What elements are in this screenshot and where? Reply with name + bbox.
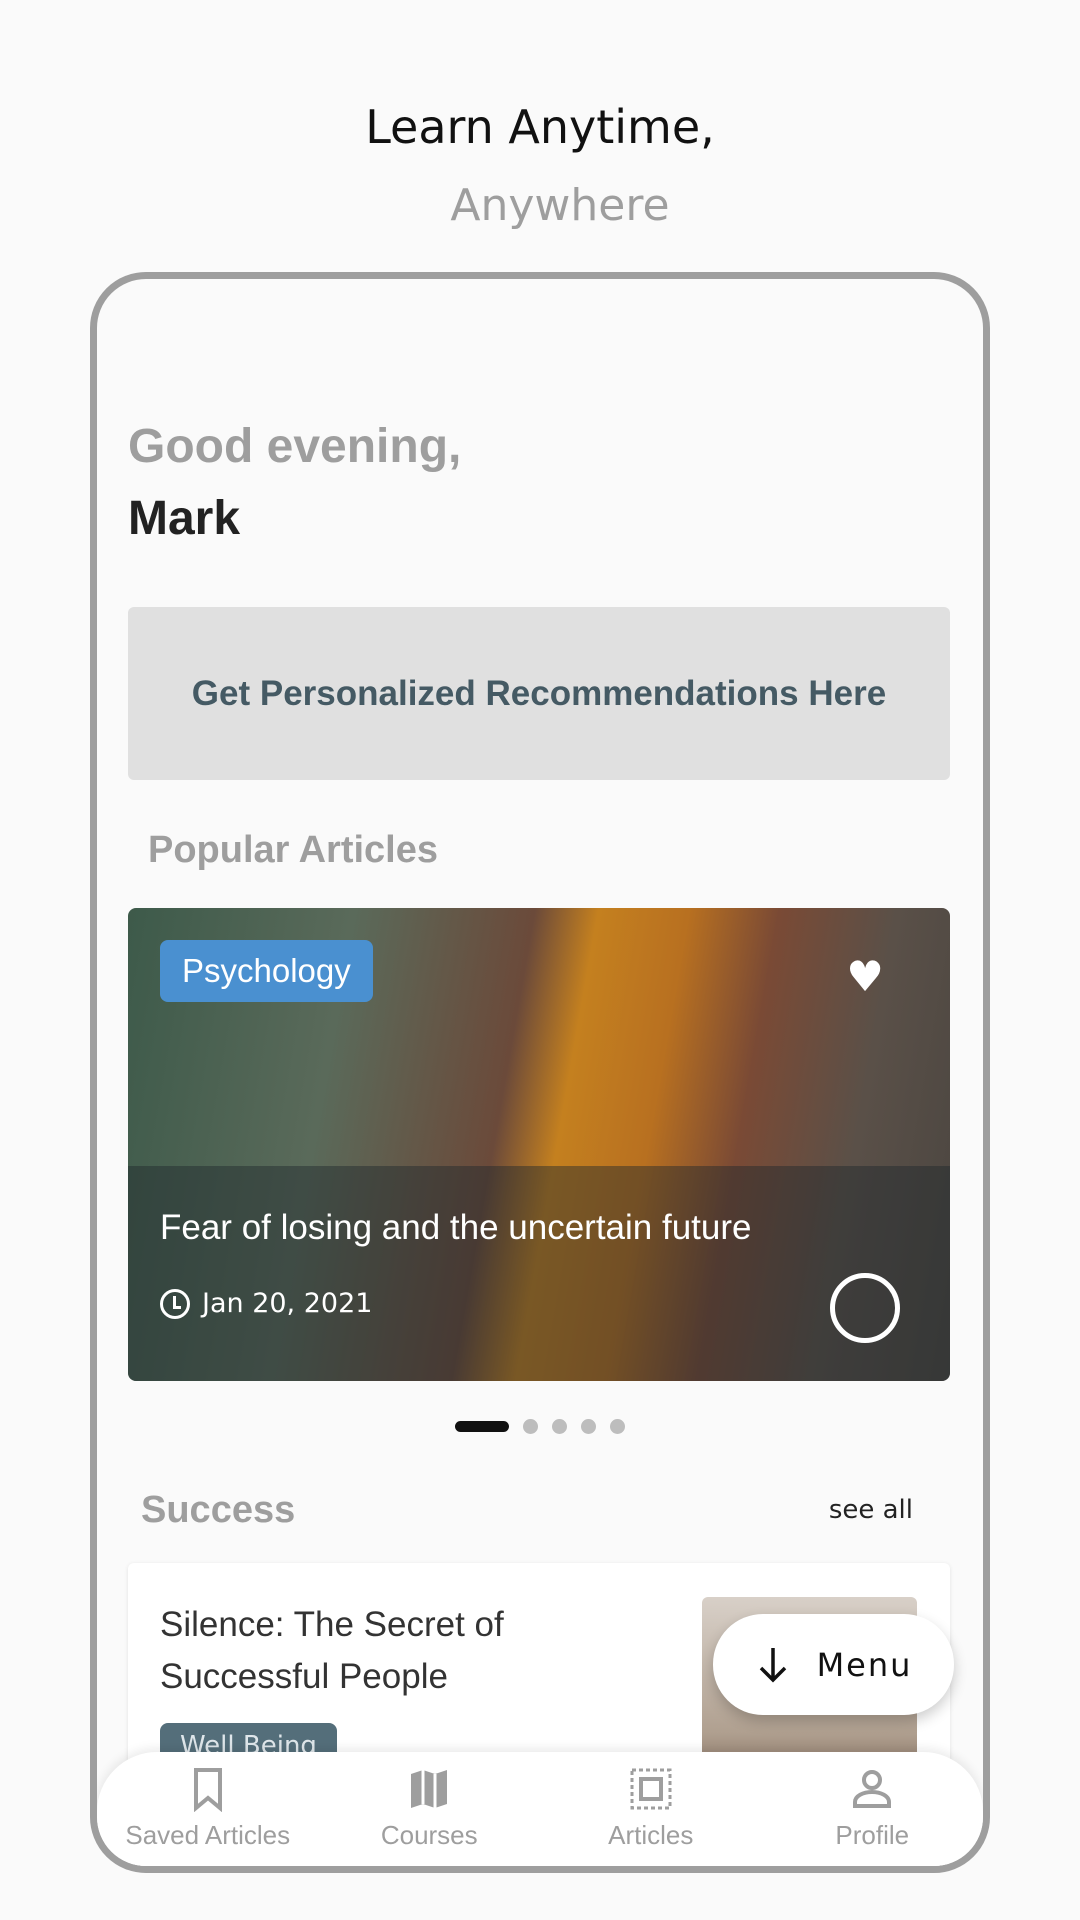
recommendations-banner[interactable]: Get Personalized Recommendations Here [128,607,950,780]
carousel-pagination [97,1419,983,1434]
nav-saved-articles[interactable]: Saved Articles [97,1752,319,1866]
page-dot[interactable] [523,1419,538,1434]
person-icon [853,1770,892,1808]
article-frame-icon [630,1768,672,1810]
menu-label: Menu [816,1645,913,1684]
popular-articles-title: Popular Articles [148,829,439,871]
bookmark-icon [193,1768,222,1812]
arrow-down-icon [759,1647,786,1682]
date-text: Jan 20, 2021 [202,1288,373,1319]
nav-label: Courses [380,1820,478,1850]
headline: Learn Anytime, [365,100,715,154]
bottom-navigation: Saved Articles Courses Articles Profile [97,1752,984,1866]
card-overlay [128,1166,950,1381]
page-dot-active[interactable] [455,1421,509,1432]
see-all-link[interactable]: see all [829,1495,913,1525]
heart-icon[interactable]: ♥ [846,952,884,1001]
clock-icon [160,1288,190,1319]
featured-article-card[interactable]: Psychology ♥ Fear of losing and the unce… [128,908,950,1381]
nav-profile[interactable]: Profile [762,1752,984,1866]
success-section-title: Success [141,1489,296,1531]
page-dot[interactable] [610,1419,625,1434]
menu-button[interactable]: Menu [713,1614,954,1715]
nav-courses[interactable]: Courses [319,1752,541,1866]
nav-articles[interactable]: Articles [540,1752,762,1866]
user-name: Mark [128,492,241,545]
phone-frame: Good evening, Mark Get Personalized Reco… [90,272,990,1873]
article-date: Jan 20, 2021 [160,1288,372,1319]
map-icon [411,1770,448,1808]
greeting: Good evening, [128,420,462,473]
circle-button[interactable] [830,1273,900,1343]
page-dot[interactable] [581,1419,596,1434]
subheadline: Anywhere [450,180,670,231]
page-dot[interactable] [552,1419,567,1434]
nav-label: Profile [835,1820,910,1850]
category-badge: Psychology [160,940,373,1002]
success-article-title: Silence: The Secret of Successful People [160,1605,504,1696]
nav-label: Articles [608,1820,694,1850]
nav-label: Saved Articles [125,1820,291,1850]
article-title: Fear of losing and the uncertain future [160,1208,752,1247]
